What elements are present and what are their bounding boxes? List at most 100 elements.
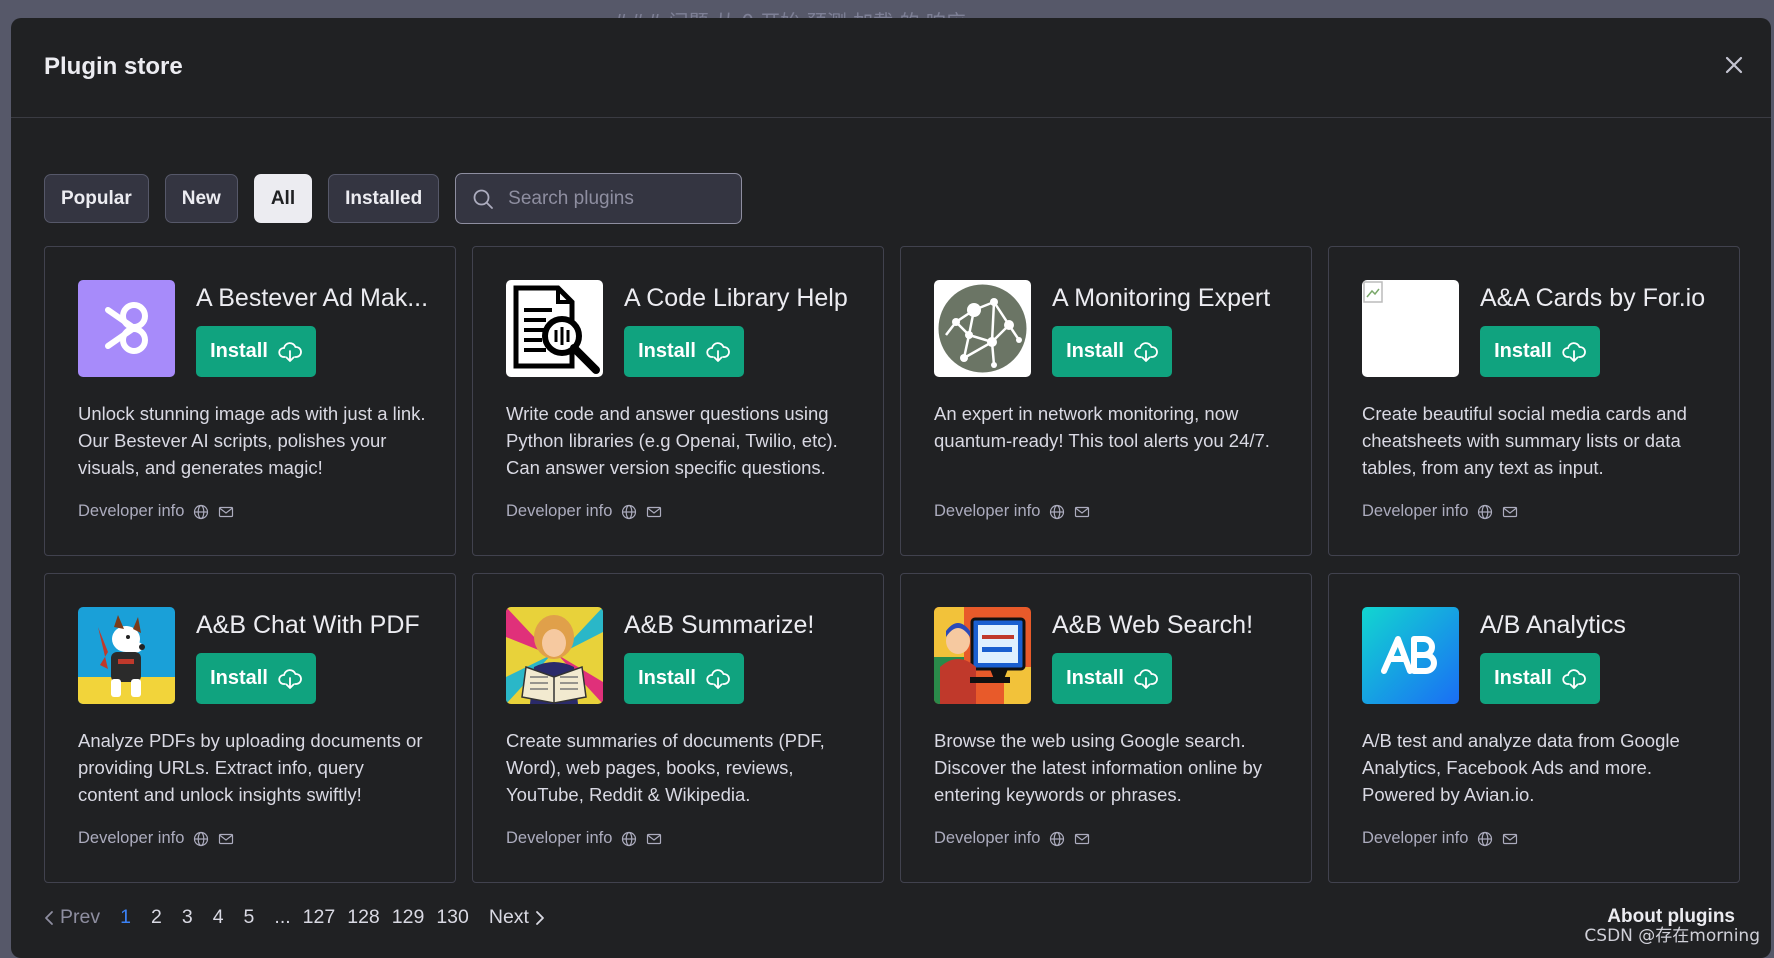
developer-info-label: Developer info (1362, 502, 1469, 520)
mail-icon[interactable] (1074, 504, 1090, 520)
plugin-name: A&B Chat With PDF (196, 611, 420, 639)
prev-label: Prev (60, 906, 101, 928)
filter-bar: Popular New All Installed (44, 173, 743, 224)
network-globe-logo-icon (934, 280, 1031, 377)
developer-info-label: Developer info (1362, 829, 1469, 847)
install-button[interactable]: Install (196, 653, 316, 704)
mail-icon[interactable] (1502, 504, 1518, 520)
search-input[interactable] (506, 186, 731, 211)
page-button-2[interactable]: 2 (151, 906, 162, 929)
developer-info-label: Developer info (934, 829, 1041, 847)
close-button[interactable] (1719, 50, 1749, 80)
code-library-logo-icon (506, 280, 603, 377)
developer-info-label: Developer info (78, 502, 185, 520)
page-button-130[interactable]: 130 (436, 906, 469, 929)
globe-icon[interactable] (1477, 504, 1493, 520)
cloud-download-icon (1562, 341, 1586, 362)
plugin-description: Create beautiful social media cards and … (1362, 403, 1687, 478)
plugin-description: Create summaries of documents (PDF, Word… (506, 730, 825, 805)
developer-info-label: Developer info (506, 829, 613, 847)
globe-icon[interactable] (193, 504, 209, 520)
dog-logo-icon (78, 607, 175, 704)
page-button-1[interactable]: 1 (120, 906, 131, 929)
install-label: Install (1494, 340, 1552, 362)
modal-title: Plugin store (44, 53, 183, 80)
plugin-store-modal: Plugin store Popular New All Installed S… (11, 18, 1771, 958)
install-label: Install (210, 667, 268, 689)
install-label: Install (210, 340, 268, 362)
install-button[interactable]: Install (1052, 653, 1172, 704)
install-button[interactable]: Install (1480, 326, 1600, 377)
mail-icon[interactable] (646, 831, 662, 847)
globe-icon[interactable] (193, 831, 209, 847)
developer-info-label: Developer info (934, 502, 1041, 520)
page-button-127[interactable]: 127 (303, 906, 336, 929)
page-button-5[interactable]: 5 (244, 906, 255, 929)
globe-icon[interactable] (621, 831, 637, 847)
plugin-card: A&B Chat With PDF Install Analyze PDFs b… (44, 573, 456, 883)
plugin-grid: A Bestever Ad Mak... Install Unlock stun… (44, 246, 1740, 883)
prev-page-button[interactable]: Prev (44, 906, 100, 929)
install-label: Install (638, 340, 696, 362)
cloud-download-icon (278, 668, 302, 689)
filter-new-button[interactable]: New (164, 174, 238, 223)
close-icon (1725, 56, 1743, 74)
plugin-card: A Monitoring Expert Install An expert in… (900, 246, 1312, 556)
install-label: Install (1066, 667, 1124, 689)
pagination: Prev 1 2 3 4 5 ... 127 128 129 130 Next (44, 906, 545, 929)
plugin-description: A/B test and analyze data from Google An… (1362, 730, 1680, 805)
page-button-128[interactable]: 128 (347, 906, 380, 929)
broken-image-logo-icon (1362, 280, 1459, 377)
developer-info: Developer info (78, 829, 234, 848)
page-button-4[interactable]: 4 (213, 906, 224, 929)
search-icon (473, 189, 494, 209)
web-search-logo-icon (934, 607, 1031, 704)
plugin-card: A/B Analytics Install A/B test and analy… (1328, 573, 1740, 883)
page-ellipsis: ... (274, 906, 291, 928)
install-button[interactable]: Install (624, 326, 744, 377)
filter-popular-button[interactable]: Popular (44, 174, 149, 223)
globe-icon[interactable] (1049, 831, 1065, 847)
woman-reading-logo-icon (506, 607, 603, 704)
plugin-description: Write code and answer questions using Py… (506, 403, 838, 478)
search-box[interactable] (455, 173, 743, 224)
plugin-card: A&B Summarize! Install Create summaries … (472, 573, 884, 883)
bestever-logo-icon (78, 280, 175, 377)
chevron-left-icon (45, 910, 53, 925)
globe-icon[interactable] (621, 504, 637, 520)
globe-icon[interactable] (1049, 504, 1065, 520)
cloud-download-icon (1134, 668, 1158, 689)
cloud-download-icon (1562, 668, 1586, 689)
plugin-name: A Bestever Ad Mak... (196, 284, 429, 312)
globe-icon[interactable] (1477, 831, 1493, 847)
cloud-download-icon (1134, 341, 1158, 362)
filter-installed-button[interactable]: Installed (328, 174, 440, 223)
mail-icon[interactable] (1502, 831, 1518, 847)
plugin-description: An expert in network monitoring, now qua… (934, 403, 1270, 451)
developer-info: Developer info (506, 829, 662, 848)
plugin-name: A Monitoring Expert (1052, 284, 1271, 312)
install-button[interactable]: Install (624, 653, 744, 704)
mail-icon[interactable] (218, 831, 234, 847)
plugin-card: A Bestever Ad Mak... Install Unlock stun… (44, 246, 456, 556)
mail-icon[interactable] (1074, 831, 1090, 847)
page-button-3[interactable]: 3 (182, 906, 193, 929)
plugin-name: A&B Web Search! (1052, 611, 1254, 639)
plugin-card: A&B Web Search! Install Browse the web u… (900, 573, 1312, 883)
page-button-129[interactable]: 129 (392, 906, 425, 929)
install-button[interactable]: Install (1052, 326, 1172, 377)
developer-info: Developer info (1362, 829, 1518, 848)
mail-icon[interactable] (218, 504, 234, 520)
ab-analytics-logo-icon (1362, 607, 1459, 704)
developer-info: Developer info (506, 502, 662, 521)
cloud-download-icon (278, 341, 302, 362)
plugin-description: Unlock stunning image ads with just a li… (78, 403, 426, 478)
install-button[interactable]: Install (196, 326, 316, 377)
developer-info: Developer info (1362, 502, 1518, 521)
mail-icon[interactable] (646, 504, 662, 520)
plugin-description: Browse the web using Google search. Disc… (934, 730, 1263, 805)
filter-all-button[interactable]: All (253, 174, 313, 223)
developer-info: Developer info (934, 829, 1090, 848)
install-button[interactable]: Install (1480, 653, 1600, 704)
next-page-button[interactable]: Next (489, 906, 545, 929)
